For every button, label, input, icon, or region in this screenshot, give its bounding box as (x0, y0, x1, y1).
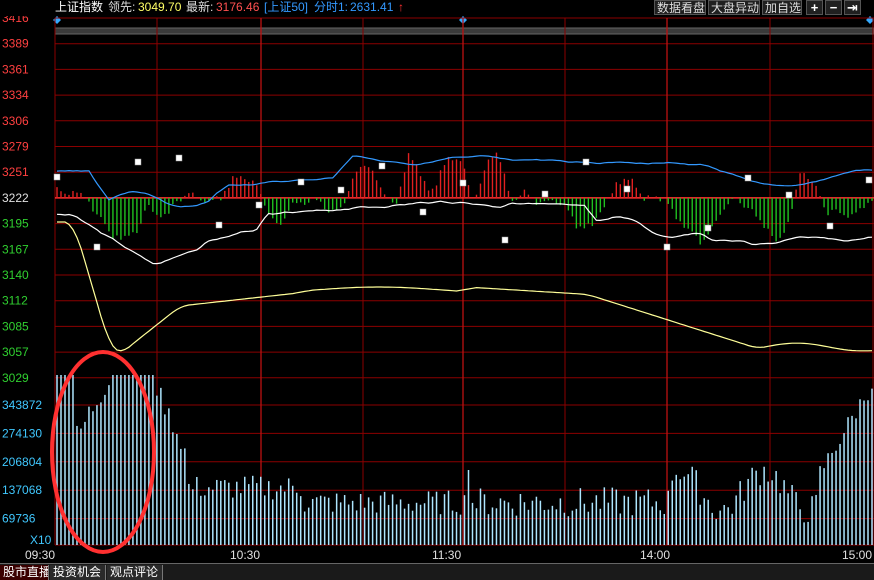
intraday-chart[interactable]: 3416338933613334330632793251322231953167… (0, 0, 874, 580)
news-marker-icon[interactable] (582, 158, 590, 166)
market-move-button[interactable]: 大盘异动 (708, 0, 760, 15)
price-tick-label: 3195 (2, 217, 29, 231)
leading-value: 3049.70 (138, 0, 182, 14)
price-tick-label: 3251 (2, 165, 29, 179)
news-marker-icon[interactable] (744, 174, 752, 182)
news-marker-icon[interactable] (663, 243, 671, 251)
news-marker-icon[interactable] (53, 173, 61, 181)
time-tick-label: 09:30 (25, 548, 55, 562)
news-marker-icon[interactable] (134, 158, 142, 166)
price-tick-label: 3306 (2, 114, 29, 128)
price-tick-label: 3167 (2, 242, 29, 256)
news-marker-icon[interactable] (215, 221, 223, 229)
latest-label: 最新: (186, 0, 214, 14)
news-marker-icon[interactable] (501, 236, 509, 244)
volume-tick-label: 69736 (2, 512, 36, 526)
intraday-value: 2631.41 (350, 0, 394, 14)
add-watchlist-button[interactable]: 加自选 (762, 0, 802, 15)
price-tick-label: 3279 (2, 140, 29, 154)
news-marker-icon[interactable] (175, 154, 183, 162)
index-name[interactable]: 上证指数 (55, 1, 103, 14)
news-marker-icon[interactable] (378, 162, 386, 170)
price-tick-label: 3057 (2, 345, 29, 359)
volume-tick-label: 343872 (2, 398, 42, 412)
zoom-out-icon[interactable]: − (825, 0, 842, 15)
time-tick-label: 14:00 (640, 548, 670, 562)
time-tick-label: 10:30 (230, 548, 260, 562)
news-marker-icon[interactable] (93, 243, 101, 251)
latest-value: 3176.46 (216, 0, 260, 14)
price-tick-label: 3085 (2, 319, 29, 333)
news-marker-icon[interactable] (459, 179, 467, 187)
news-marker-icon[interactable] (704, 224, 712, 232)
price-tick-label: 3140 (2, 268, 29, 282)
news-marker-icon[interactable] (623, 185, 631, 193)
leading-label: 领先: (108, 0, 136, 14)
tab-comment[interactable]: 观点评论 (107, 565, 163, 580)
news-marker-icon[interactable] (785, 191, 793, 199)
time-tick-label: 15:00 (842, 548, 872, 562)
bottom-tab-bar: 股市直播 投资机会 观点评论 (0, 563, 874, 580)
news-marker-icon[interactable] (541, 190, 549, 198)
news-marker-icon[interactable] (865, 176, 873, 184)
news-marker-icon[interactable] (337, 186, 345, 194)
volume-tick-label: 274130 (2, 426, 42, 440)
price-tick-label: 3029 (2, 371, 29, 385)
price-tick-label: 3361 (2, 62, 29, 76)
price-tick-label: 3334 (2, 88, 29, 102)
tab-live[interactable]: 股市直播 (0, 565, 49, 580)
data-view-button[interactable]: 数据看盘 (654, 0, 706, 15)
price-tick-label: 3112 (2, 294, 28, 308)
news-marker-icon[interactable] (826, 222, 834, 230)
news-marker-icon[interactable] (419, 208, 427, 216)
time-ruler[interactable] (54, 27, 874, 35)
up-arrow-icon: ↑ (398, 0, 404, 14)
price-tick-label: 3389 (2, 37, 29, 51)
sub-index-label[interactable]: [上证50] (264, 1, 308, 14)
price-tick-label: 3222 (2, 191, 29, 205)
time-tick-label: 11:30 (432, 548, 461, 562)
tab-opportunity[interactable]: 投资机会 (50, 565, 106, 580)
intraday-label: 分时1: (314, 0, 349, 14)
volume-tick-label: 137068 (2, 483, 42, 497)
header-bar: 上证指数 领先: 3049.70 最新: 3176.46 [上证50] 分时1:… (0, 0, 874, 16)
news-marker-icon[interactable] (297, 178, 305, 186)
news-marker-icon[interactable] (255, 201, 263, 209)
zoom-in-icon[interactable]: + (806, 0, 823, 15)
volume-tick-label: 206804 (2, 455, 42, 469)
back-icon[interactable]: ⇥ (844, 0, 861, 15)
volume-unit-label: X10 (30, 533, 52, 547)
